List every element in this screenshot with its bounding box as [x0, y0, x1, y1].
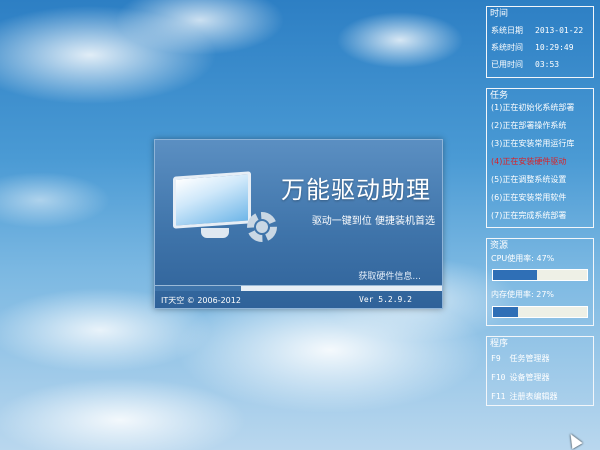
program-item-registry-editor[interactable]: F11 注册表编辑器: [491, 391, 558, 402]
time-row-date: 系统日期 2013-01-22: [491, 25, 583, 36]
monitor-icon: [173, 171, 251, 229]
program-hotkey: F9: [491, 354, 501, 363]
task-item: (2)正在部署操作系统: [491, 121, 567, 130]
splash-window: 万能驱动助理 驱动一键到位 便捷装机首选 获取硬件信息... IT天空 © 20…: [154, 139, 443, 309]
memory-usage-bar: [492, 306, 588, 318]
time-row-label: 已用时间: [491, 60, 523, 69]
splash-subtitle: 驱动一键到位 便捷装机首选: [311, 216, 435, 227]
program-label: 任务管理器: [509, 354, 550, 363]
cpu-usage-bar: [492, 269, 588, 281]
cpu-usage-bar-fill: [493, 270, 538, 280]
program-hotkey: F10: [491, 373, 506, 382]
time-row-label: 系统日期: [491, 26, 523, 35]
program-label: 设备管理器: [509, 373, 550, 382]
splash-progress-fill: [155, 286, 242, 291]
program-hotkey: F11: [491, 392, 506, 401]
program-panel-heading: 程序: [490, 339, 509, 349]
program-label: 注册表编辑器: [509, 392, 558, 401]
time-row-value: 10:29:49: [535, 43, 574, 52]
gear-core-icon: [256, 221, 268, 233]
time-panel: 时间 系统日期 2013-01-22 系统时间 10:29:49 已用时间 03:53: [486, 6, 594, 78]
memory-usage-label: 内存使用率: 27%: [491, 290, 555, 299]
task-item: (5)正在调整系统设置: [491, 175, 567, 184]
resource-panel-heading: 资源: [490, 241, 509, 251]
time-row-value: 03:53: [535, 60, 560, 69]
splash-title: 万能驱动助理: [281, 176, 431, 204]
task-item: (1)正在初始化系统部署: [491, 103, 575, 112]
time-row-value: 2013-01-22: [535, 26, 584, 35]
task-item-active: (4)正在安装硬件驱动: [491, 157, 567, 166]
time-row-time: 系统时间 10:29:49: [491, 42, 574, 53]
time-panel-heading: 时间: [490, 9, 509, 19]
time-row-label: 系统时间: [491, 43, 523, 52]
cpu-usage-label: CPU使用率: 47%: [491, 254, 555, 263]
resource-panel: 资源 CPU使用率: 47% 内存使用率: 27%: [486, 238, 594, 326]
task-panel: 任务 (1)正在初始化系统部署 (2)正在部署操作系统 (3)正在安装常用运行库…: [486, 88, 594, 228]
splash-version: Ver 5.2.9.2: [359, 295, 412, 304]
mouse-pointer-icon: [565, 430, 583, 450]
task-item: (7)正在完成系统部署: [491, 211, 567, 220]
task-item: (3)正在安装常用运行库: [491, 139, 575, 148]
task-item: (6)正在安装常用软件: [491, 193, 567, 202]
splash-copyright: IT天空 © 2006-2012: [161, 296, 241, 305]
program-panel: 程序 F9 任务管理器 F10 设备管理器 F11 注册表编辑器: [486, 336, 594, 406]
splash-status-text: 获取硬件信息...: [358, 272, 421, 282]
program-item-device-manager[interactable]: F10 设备管理器: [491, 372, 550, 383]
memory-usage-bar-fill: [493, 307, 519, 317]
program-item-task-manager[interactable]: F9 任务管理器: [491, 353, 550, 364]
splash-progress-bar: [155, 285, 442, 291]
monitor-stand-icon: [201, 228, 229, 238]
time-row-elapsed: 已用时间 03:53: [491, 59, 559, 70]
task-panel-heading: 任务: [490, 91, 509, 101]
